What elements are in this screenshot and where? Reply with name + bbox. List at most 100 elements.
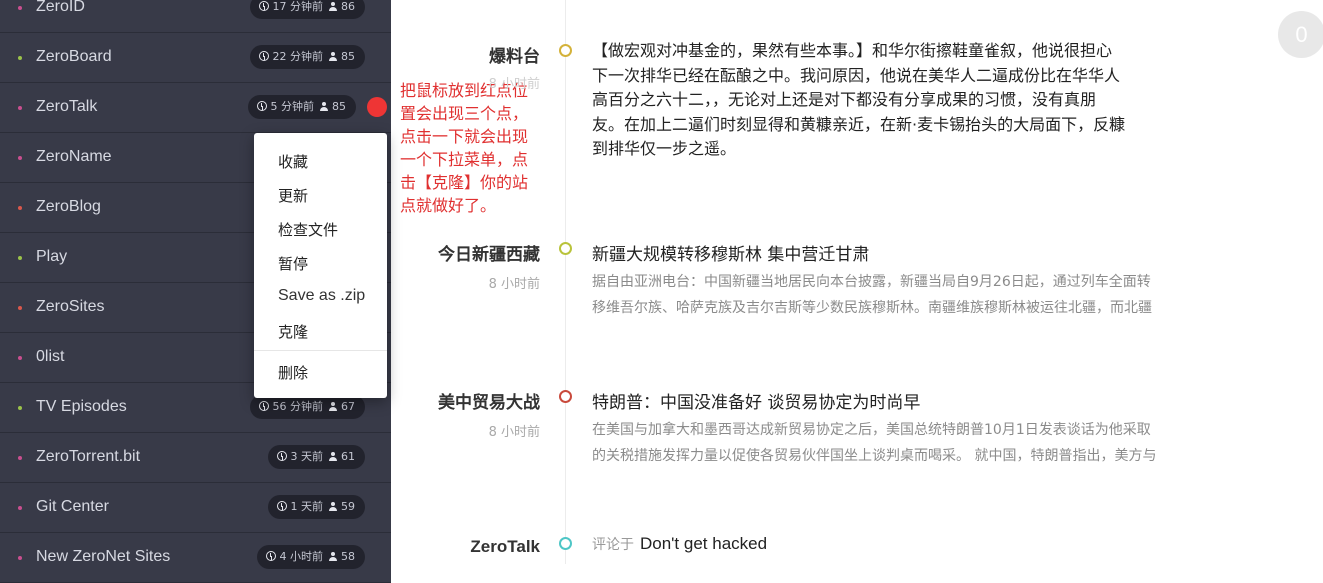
post-body-line: 到排华仅一步之遥。 (592, 139, 737, 158)
clock-icon (276, 451, 287, 461)
site-status-dot (18, 156, 22, 160)
post-title[interactable]: 特朗普：中国没准备好 谈贸易协定为时尚早 (592, 388, 920, 413)
notification-counter[interactable]: 0 (1278, 11, 1323, 58)
menu-item-check-files[interactable]: 检查文件 (278, 219, 338, 240)
user-icon (329, 402, 337, 411)
post-title[interactable]: 新疆大规模转移穆斯林 集中营迁甘肃 (592, 240, 869, 265)
site-name[interactable]: ZeroName (36, 148, 112, 166)
annotation-line: 一个下拉菜单，点 (400, 150, 529, 169)
site-menu-trigger-dot[interactable] (367, 97, 387, 117)
sidebar-site-item[interactable]: ZeroID 17 分钟前 86 (0, 0, 391, 33)
instruction-annotation: 把鼠标放到红点位 置会出现三个点， 点击一下就会出现 一个下拉菜单，点 击【克隆… (400, 79, 560, 217)
post-body-line: 高百分之六十二，，无论对上还是对下都没有分享成果的习惯，没有真朋 (592, 90, 1097, 109)
site-name[interactable]: Git Center (36, 498, 109, 516)
site-status-dot (18, 256, 22, 260)
sidebar-site-item[interactable]: ZeroBoard 22 分钟前 85 (0, 33, 391, 83)
site-status-dot (18, 406, 22, 410)
timeline-node (559, 390, 572, 403)
site-modified-time: 3 天前 (290, 450, 324, 463)
site-name[interactable]: ZeroBlog (36, 198, 101, 216)
clock-icon (265, 551, 276, 561)
site-peer-count: 86 (341, 0, 355, 13)
post-source[interactable]: 美中贸易大战 (438, 388, 540, 413)
site-stats-badge: 22 分钟前 85 (249, 45, 365, 69)
menu-item-save-zip[interactable]: Save as .zip (278, 287, 365, 305)
menu-item-clone[interactable]: 克隆 (278, 321, 308, 342)
site-modified-time: 5 分钟前 (270, 100, 315, 113)
site-stats-badge: 56 分钟前 67 (249, 395, 365, 419)
clock-icon (256, 101, 267, 111)
comment-prefix: 评论于 (592, 537, 634, 553)
sidebar-site-item[interactable]: ZeroTalk 5 分钟前 85 (0, 83, 391, 133)
site-status-dot (18, 506, 22, 510)
site-name[interactable]: ZeroBoard (36, 48, 112, 66)
site-name[interactable]: ZeroTorrent.bit (36, 448, 140, 466)
site-name[interactable]: ZeroID (36, 0, 85, 16)
site-modified-time: 1 天前 (290, 500, 324, 513)
user-icon (329, 52, 337, 61)
post-source[interactable]: 今日新疆西藏 (438, 240, 540, 265)
menu-item-favorite[interactable]: 收藏 (278, 151, 308, 172)
post-excerpt: 据自由亚洲电台：中国新疆当地居民向本台披露，新疆当局自9月26日起，通过列车全面… (592, 269, 1202, 321)
annotation-line: 击【克隆】你的站 (400, 173, 529, 192)
site-status-dot (18, 56, 22, 60)
site-name[interactable]: Play (36, 248, 67, 266)
post-body-line: 下一次排华已经在酝酿之中。我问原因，他说在美华人二逼成份比在华华人 (592, 65, 1121, 85)
post-excerpt: 在美国与加拿大和墨西哥达成新贸易协定之后，美国总统特朗普10月1日发表谈话为他采… (592, 417, 1202, 469)
clock-icon (258, 51, 269, 61)
post-body-line: 【做宏观对冲基金的，果然有些本事。】和华尔街擦鞋童雀叙，他说很担心 (592, 41, 1113, 60)
annotation-line: 置会出现三个点， (400, 104, 529, 123)
menu-item-pause[interactable]: 暂停 (278, 253, 308, 274)
site-stats-badge: 3 天前 61 (267, 445, 365, 469)
site-name[interactable]: ZeroTalk (36, 98, 97, 116)
clock-icon (258, 401, 269, 411)
annotation-line: 点就做好了。 (400, 196, 497, 215)
site-name[interactable]: ZeroSites (36, 298, 104, 316)
site-modified-time: 56 分钟前 (272, 400, 324, 413)
sidebar-site-item[interactable]: New ZeroNet Sites 4 小时前 58 (0, 533, 391, 583)
site-modified-time: 22 分钟前 (272, 50, 324, 63)
site-status-dot (18, 556, 22, 560)
site-peer-count: 85 (341, 50, 355, 63)
site-stats-badge: 4 小时前 58 (256, 545, 365, 569)
site-name[interactable]: New ZeroNet Sites (36, 548, 170, 566)
post-body: 【做宏观对冲基金的，果然有些本事。】和华尔街擦鞋童雀叙，他说很担心 下一次排华已… (592, 39, 1202, 162)
annotation-line: 点击一下就会出现 (400, 127, 529, 146)
clock-icon (276, 501, 287, 511)
post-body-line: 友。在加上二逼们时刻显得和黄糠亲近，在新·麦卡锡抬头的大局面下，反糠 (592, 114, 1126, 134)
site-modified-time: 4 小时前 (279, 550, 324, 563)
site-stats-badge: 1 天前 59 (267, 495, 365, 519)
comment-topic-link[interactable]: Don't get hacked (640, 534, 767, 553)
site-name[interactable]: 0list (36, 348, 64, 366)
site-peer-count: 61 (341, 450, 355, 463)
sidebar-site-item[interactable]: ZeroTorrent.bit 3 天前 61 (0, 433, 391, 483)
clock-icon (258, 1, 269, 11)
user-icon (329, 502, 337, 511)
timeline-node (559, 242, 572, 255)
post-source[interactable]: 爆料台 (489, 42, 540, 67)
timeline-node (559, 44, 572, 57)
menu-item-delete[interactable]: 删除 (278, 362, 308, 383)
site-modified-time: 17 分钟前 (272, 0, 324, 13)
site-status-dot (18, 106, 22, 110)
site-status-dot (18, 306, 22, 310)
site-status-dot (18, 456, 22, 460)
site-context-menu: 收藏 更新 检查文件 暂停 Save as .zip 克隆 删除 (254, 133, 387, 398)
site-name[interactable]: TV Episodes (36, 398, 127, 416)
site-peer-count: 67 (341, 400, 355, 413)
site-peer-count: 59 (341, 500, 355, 513)
post-excerpt-line: 移维吾尔族、哈萨克族及吉尔吉斯等少数民族穆斯林。南疆维族穆斯林被运往北疆，而北疆 (592, 300, 1152, 316)
post-excerpt-line: 据自由亚洲电台：中国新疆当地居民向本台披露，新疆当局自9月26日起，通过列车全面… (592, 274, 1151, 290)
site-stats-badge: 5 分钟前 85 (247, 95, 356, 119)
user-icon (329, 552, 337, 561)
site-peer-count: 58 (341, 550, 355, 563)
menu-divider (254, 350, 387, 351)
post-time: 8 小时前 (488, 425, 540, 440)
site-status-dot (18, 6, 22, 10)
sidebar-site-item[interactable]: Git Center 1 天前 59 (0, 483, 391, 533)
post-time: 8 小时前 (488, 277, 540, 292)
post-source[interactable]: ZeroTalk (470, 537, 540, 557)
menu-item-update[interactable]: 更新 (278, 185, 308, 206)
user-icon (329, 452, 337, 461)
site-status-dot (18, 206, 22, 210)
